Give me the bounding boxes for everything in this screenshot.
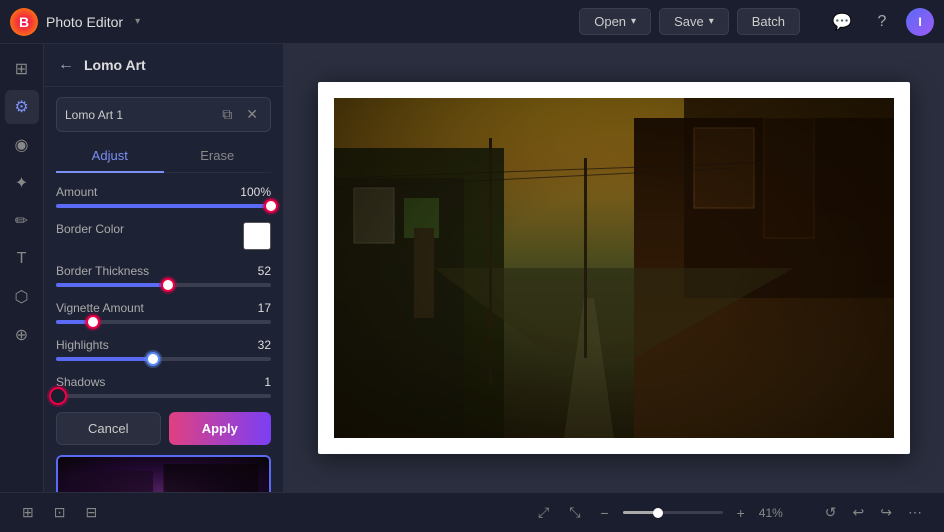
eye-tool-btn[interactable]: ◉ bbox=[5, 128, 39, 162]
highlights-value: 32 bbox=[258, 338, 271, 352]
zoom-in-btn[interactable]: + bbox=[731, 501, 751, 525]
zoom-level: 41% bbox=[759, 506, 783, 520]
amount-value: 100% bbox=[240, 185, 271, 199]
border-thickness-value: 52 bbox=[258, 264, 271, 278]
adjust-tool-btn[interactable]: ⚙ bbox=[5, 90, 39, 124]
app-title: Photo Editor bbox=[46, 14, 123, 30]
back-button[interactable]: ← bbox=[56, 54, 76, 76]
amount-slider[interactable] bbox=[56, 204, 271, 208]
vignette-slider-row: Vignette Amount 17 bbox=[56, 301, 271, 324]
cancel-button[interactable]: Cancel bbox=[56, 412, 161, 445]
help-icon-btn[interactable]: ? bbox=[866, 6, 898, 38]
street-photo-svg bbox=[334, 98, 894, 438]
layer-label: Lomo Art 1 bbox=[65, 108, 212, 122]
lomo-art-thumb[interactable] bbox=[56, 455, 271, 492]
camera-tool-btn[interactable]: ⊕ bbox=[5, 318, 39, 352]
shadows-value: 1 bbox=[264, 375, 271, 389]
app-logo: B bbox=[10, 8, 38, 36]
photo-frame bbox=[318, 82, 910, 454]
topbar: B Photo Editor ▾ Open ▾ Save ▾ Batch 💬 ?… bbox=[0, 0, 944, 44]
tab-adjust[interactable]: Adjust bbox=[56, 140, 164, 173]
apply-button[interactable]: Apply bbox=[169, 412, 272, 445]
shrink-btn[interactable]: ⤡ bbox=[563, 500, 586, 525]
icon-bar: ⊞ ⚙ ◉ ✦ ✏ T ⬡ ⊕ bbox=[0, 44, 44, 492]
bottom-bar: ⊞ ⊡ ⊟ ⤢ ⤡ − + 41% ↺ ↩ ↪ ⋯ bbox=[0, 492, 944, 532]
border-color-swatch[interactable] bbox=[243, 222, 271, 250]
more-btn[interactable]: ⋯ bbox=[902, 500, 928, 525]
layer-item: Lomo Art 1 ⧉ ✕ bbox=[56, 97, 271, 132]
save-button[interactable]: Save ▾ bbox=[659, 8, 729, 35]
batch-button[interactable]: Batch bbox=[737, 8, 800, 35]
amount-label: Amount bbox=[56, 185, 97, 199]
vignette-value: 17 bbox=[258, 301, 271, 315]
zoom-slider[interactable] bbox=[623, 511, 723, 514]
avatar[interactable]: I bbox=[906, 8, 934, 36]
border-thickness-slider[interactable] bbox=[56, 283, 271, 287]
magic-tool-btn[interactable]: ✦ bbox=[5, 166, 39, 200]
panel-title: Lomo Art bbox=[84, 57, 271, 73]
shadows-slider-row: Shadows 1 bbox=[56, 375, 271, 398]
layers-tool-btn[interactable]: ⊞ bbox=[5, 52, 39, 86]
chat-icon-btn[interactable]: 💬 bbox=[826, 6, 858, 38]
app-title-chevron[interactable]: ▾ bbox=[135, 16, 140, 27]
bottom-right-buttons: ↺ ↩ ↪ ⋯ bbox=[819, 500, 928, 525]
layer-close-button[interactable]: ✕ bbox=[242, 104, 262, 125]
canvas-area bbox=[284, 44, 944, 492]
highlights-slider[interactable] bbox=[56, 357, 271, 361]
rotate-btn[interactable]: ↺ bbox=[819, 500, 843, 525]
grid-bottom-btn[interactable]: ⊟ bbox=[79, 500, 103, 525]
panel-header: ← Lomo Art bbox=[44, 44, 283, 87]
border-thickness-label: Border Thickness bbox=[56, 264, 149, 278]
highlights-slider-row: Highlights 32 bbox=[56, 338, 271, 361]
crop-bottom-btn[interactable]: ⊡ bbox=[48, 500, 72, 525]
border-color-label: Border Color bbox=[56, 222, 124, 250]
text-tool-btn[interactable]: T bbox=[5, 242, 39, 276]
vignette-label: Vignette Amount bbox=[56, 301, 144, 315]
redo-btn[interactable]: ↪ bbox=[874, 500, 898, 525]
zoom-out-btn[interactable]: − bbox=[594, 501, 614, 525]
action-buttons: Cancel Apply bbox=[56, 412, 271, 445]
shadows-slider[interactable] bbox=[56, 394, 271, 398]
expand-btn[interactable]: ⤢ bbox=[532, 500, 555, 525]
thumb-image bbox=[58, 457, 269, 492]
brush-tool-btn[interactable]: ✏ bbox=[5, 204, 39, 238]
main-layout: ⊞ ⚙ ◉ ✦ ✏ T ⬡ ⊕ ← Lomo Art Lomo Art 1 ⧉ … bbox=[0, 44, 944, 492]
border-color-row: Border Color bbox=[56, 222, 271, 250]
layer-copy-button[interactable]: ⧉ bbox=[218, 104, 236, 125]
panel-body: Lomo Art 1 ⧉ ✕ Adjust Erase Amount 100% bbox=[44, 87, 283, 492]
vignette-slider[interactable] bbox=[56, 320, 271, 324]
effects-panel: ← Lomo Art Lomo Art 1 ⧉ ✕ Adjust Erase bbox=[44, 44, 284, 492]
photo-image bbox=[334, 98, 894, 438]
border-thickness-slider-row: Border Thickness 52 bbox=[56, 264, 271, 287]
shadows-label: Shadows bbox=[56, 375, 105, 389]
layers-bottom-btn[interactable]: ⊞ bbox=[16, 500, 40, 525]
tab-erase[interactable]: Erase bbox=[164, 140, 272, 173]
highlights-label: Highlights bbox=[56, 338, 109, 352]
amount-slider-row: Amount 100% bbox=[56, 185, 271, 208]
shapes-tool-btn[interactable]: ⬡ bbox=[5, 280, 39, 314]
panel-tabs: Adjust Erase bbox=[56, 140, 271, 173]
open-button[interactable]: Open ▾ bbox=[579, 8, 651, 35]
undo-btn[interactable]: ↩ bbox=[847, 500, 871, 525]
